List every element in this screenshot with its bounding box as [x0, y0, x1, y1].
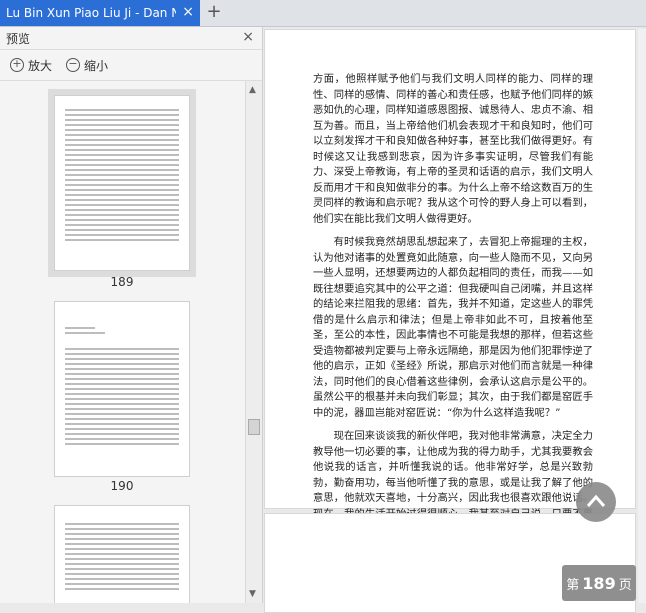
tab-bar: Lu Bin Xun Piao Liu Ji - Dan N × +: [0, 0, 646, 27]
paragraph: 方面，他照样赋予他们与我们文明人同样的能力、同样的理性、同样的感情、同样的善心和…: [313, 73, 593, 225]
close-icon[interactable]: ×: [182, 4, 194, 20]
page-number-label: 189: [110, 275, 134, 289]
page-thumbnail-189[interactable]: [54, 95, 190, 271]
new-tab-button[interactable]: +: [204, 2, 224, 22]
page-label-suffix: 页: [618, 577, 632, 593]
page-indicator: 第 189 页: [562, 565, 636, 601]
scrollbar-thumb[interactable]: [248, 419, 260, 435]
document-scrollbar[interactable]: [638, 29, 646, 603]
scroll-up-icon[interactable]: ▲: [249, 85, 256, 95]
document-page: 方面，他照样赋予他们与我们文明人同样的能力、同样的理性、同样的感情、同样的善心和…: [264, 29, 636, 535]
sidebar-title: 预览: [6, 31, 31, 46]
close-icon[interactable]: ×: [242, 29, 254, 45]
page-thumbnail-191[interactable]: [54, 505, 190, 603]
page-label-prefix: 第: [566, 577, 580, 593]
zoom-in-icon: +: [10, 58, 24, 72]
document-tab[interactable]: Lu Bin Xun Piao Liu Ji - Dan N ×: [0, 0, 200, 26]
page-text: 方面，他照样赋予他们与我们文明人同样的能力、同样的理性、同样的感情、同样的善心和…: [313, 72, 593, 546]
scroll-to-top-button[interactable]: [576, 482, 616, 522]
sidebar-header: 预览 ×: [0, 27, 262, 50]
zoom-out-label: 缩小: [84, 58, 109, 73]
zoom-out-icon: −: [66, 58, 81, 72]
tab-title: Lu Bin Xun Piao Liu Ji - Dan N: [6, 6, 176, 20]
zoom-in-label: 放大: [28, 58, 53, 73]
scroll-down-icon[interactable]: ▼: [249, 589, 256, 599]
paragraph: 有时候我竟然胡思乱想起来了，去冒犯上帝掘理的主权，认为他对诸事的处置竟如此随意，…: [313, 236, 593, 419]
zoom-out-button[interactable]: − 缩小: [66, 57, 108, 74]
preview-sidebar: 预览 × + 放大 − 缩小 189 190 ▲ ▼: [0, 27, 263, 603]
chevron-up-icon: [586, 494, 606, 507]
thumbnail-list: 189 190: [0, 81, 244, 603]
zoom-in-button[interactable]: + 放大: [10, 57, 52, 74]
page-number-label: 190: [110, 479, 134, 493]
thumbnail-scrollbar[interactable]: ▲ ▼: [245, 81, 262, 603]
zoom-toolbar: + 放大 − 缩小: [0, 50, 262, 81]
page-thumbnail-190[interactable]: [54, 301, 190, 477]
current-page-number: 189: [582, 573, 616, 593]
